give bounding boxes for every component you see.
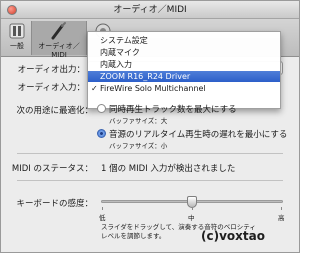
menu-item-label: システム設定: [100, 36, 148, 45]
midi-status-value: 1 個の MIDI 入力が検出されました: [101, 164, 236, 174]
optimize-option2-label: 音源のリアルタイム再生時の遅れを最小にする: [109, 130, 288, 140]
slider-help-line2: レベルを調節します。: [101, 232, 166, 240]
optimize-option1-label: 同時再生トラック数を最大にする: [109, 105, 237, 115]
watermark: (c)voxtao: [201, 229, 265, 243]
general-switch-icon: [9, 23, 25, 39]
menu-item-label: FireWire Solo Multichannel: [100, 84, 206, 93]
slider-tick: [192, 207, 193, 210]
audio-output-label: オーディオ出力：: [17, 65, 85, 75]
menu-item-label: 内蔵入力: [100, 60, 132, 69]
audio-input-menu: システム設定 内蔵マイク 内蔵入力 ZOOM R16_R24 Driver ✓ …: [87, 31, 281, 109]
slider-tick: [281, 207, 282, 210]
midi-status-label: MIDI のステータス：: [11, 164, 93, 174]
optimize-label: 次の用途に最適化：: [16, 106, 93, 116]
slider-high-label: 高: [278, 214, 285, 222]
menu-item-system-settings[interactable]: システム設定: [88, 35, 280, 46]
divider: [17, 153, 283, 154]
menu-item-label: 内蔵マイク: [100, 48, 140, 57]
menu-item-firewire-solo[interactable]: ✓ FireWire Solo Multichannel: [88, 83, 280, 94]
keyboard-sensitivity-label: キーボードの感度：: [16, 199, 93, 209]
close-button[interactable]: [7, 5, 17, 15]
audio-input-label: オーディオ入力：: [17, 83, 85, 93]
toolbar-general-label: 一般: [10, 42, 24, 50]
slider-tick: [102, 207, 103, 210]
menu-item-label: ZOOM R16_R24 Driver: [100, 72, 191, 81]
menu-item-built-in-mic[interactable]: 内蔵マイク: [88, 47, 280, 58]
checkmark-icon: ✓: [91, 84, 98, 93]
menu-item-zoom-driver[interactable]: ZOOM R16_R24 Driver: [88, 71, 280, 82]
divider: [17, 180, 283, 181]
window-title: オーディオ／MIDI: [113, 5, 187, 15]
toolbar-audio-midi-label: オーディオ／MIDI: [38, 42, 80, 59]
menu-item-built-in-input[interactable]: 内蔵入力: [88, 59, 280, 70]
optimize-option2-radio[interactable]: [97, 129, 106, 138]
optimize-option2-sublabel: バッファサイズ：小: [109, 142, 168, 150]
toolbar-general-button[interactable]: 一般: [5, 21, 29, 51]
sensitivity-slider-track[interactable]: [101, 196, 283, 208]
toolbar-audio-midi-button[interactable]: オーディオ／MIDI: [31, 21, 87, 59]
audio-jack-icon: [51, 22, 66, 40]
preferences-window: オーディオ／MIDI 一般 オーディオ／MIDI オーディオ出力： オーディオ入…: [0, 0, 300, 253]
optimize-option1-sublabel: バッファサイズ：大: [109, 117, 168, 125]
title-bar: オーディオ／MIDI: [1, 1, 299, 19]
optimize-option1-radio[interactable]: [97, 104, 106, 113]
